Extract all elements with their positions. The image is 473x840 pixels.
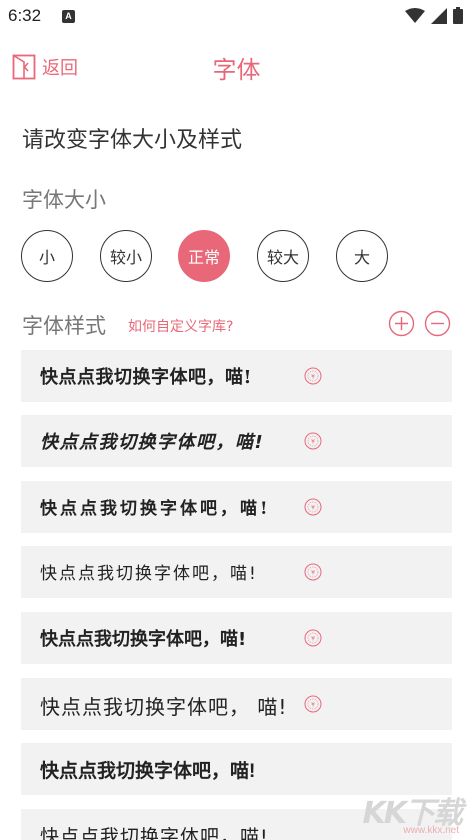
font-style-item[interactable]: 快点点我切换字体吧， 喵! ¥ — [21, 678, 452, 730]
select-radio-icon: ¥ — [304, 695, 322, 713]
font-sample-text: 快点点我切换字体吧，喵! — [40, 499, 271, 519]
font-sample-text: 快点点我切换字体吧，喵! — [40, 761, 256, 782]
font-style-item[interactable]: 快点点我切换字体吧，喵! ¥ — [21, 350, 452, 402]
page-title: 字体 — [212, 56, 261, 84]
status-icons — [405, 7, 463, 24]
plus-icon — [388, 310, 415, 337]
svg-text:¥: ¥ — [311, 636, 315, 643]
size-option-smaller[interactable]: 较小 — [100, 230, 152, 282]
font-sample-text: 快点点我切换字体吧，喵! — [40, 367, 252, 388]
font-sample-text: 快点点我切换字体吧，喵! — [40, 432, 265, 453]
font-style-item[interactable]: 快点点我切换字体吧，喵! ¥ — [21, 415, 452, 467]
watermark-logo: KK下载 www.kkx.net — [339, 788, 469, 836]
font-style-item[interactable]: 快点点我切换字体吧，喵! ¥ — [21, 481, 452, 533]
select-radio-icon: ¥ — [304, 367, 322, 385]
signal-icon — [431, 7, 447, 24]
prompt-text: 请改变字体大小及样式 — [22, 128, 243, 153]
minus-icon — [424, 310, 451, 337]
add-font-button[interactable] — [388, 310, 415, 337]
size-option-larger[interactable]: 较大 — [257, 230, 309, 282]
header: 返回 字体 — [0, 40, 473, 94]
watermark-url: www.kkx.net — [403, 825, 459, 836]
select-radio-icon: ¥ — [304, 432, 322, 450]
battery-icon — [453, 7, 463, 24]
svg-text:¥: ¥ — [311, 505, 315, 512]
select-radio-icon: ¥ — [304, 629, 322, 647]
font-style-item[interactable]: 快点点我切换字体吧，喵! ¥ — [21, 612, 452, 664]
svg-text:¥: ¥ — [311, 374, 315, 381]
font-sample-text: 快点点我切换字体吧，喵! — [40, 564, 258, 584]
font-style-item[interactable]: 快点点我切换字体吧，喵! ¥ — [21, 546, 452, 598]
svg-text:¥: ¥ — [311, 702, 315, 709]
font-size-heading: 字体大小 — [22, 188, 106, 212]
select-radio-icon: ¥ — [304, 563, 322, 581]
svg-text:¥: ¥ — [311, 570, 315, 577]
svg-text:¥: ¥ — [311, 439, 315, 446]
notification-icon: A — [62, 10, 75, 23]
wifi-icon — [405, 7, 425, 23]
size-option-normal[interactable]: 正常 — [178, 230, 230, 282]
size-option-large[interactable]: 大 — [336, 230, 388, 282]
custom-font-link[interactable]: 如何自定义字库? — [128, 316, 233, 336]
font-sample-text: 快点点我切换字体吧， 喵! — [40, 695, 288, 719]
select-radio-icon: ¥ — [304, 498, 322, 516]
status-bar: 6:32 A — [0, 0, 473, 34]
font-style-heading: 字体样式 — [22, 314, 106, 338]
font-size-options: 小 较小 正常 较大 大 — [21, 230, 441, 284]
font-sample-text: 快点点我切换字体吧，喵! — [40, 629, 247, 650]
size-option-small[interactable]: 小 — [21, 230, 73, 282]
status-time: 6:32 — [8, 6, 42, 25]
font-sample-text: 快点点我切换字体吧，喵! — [40, 826, 269, 840]
remove-font-button[interactable] — [424, 310, 451, 337]
